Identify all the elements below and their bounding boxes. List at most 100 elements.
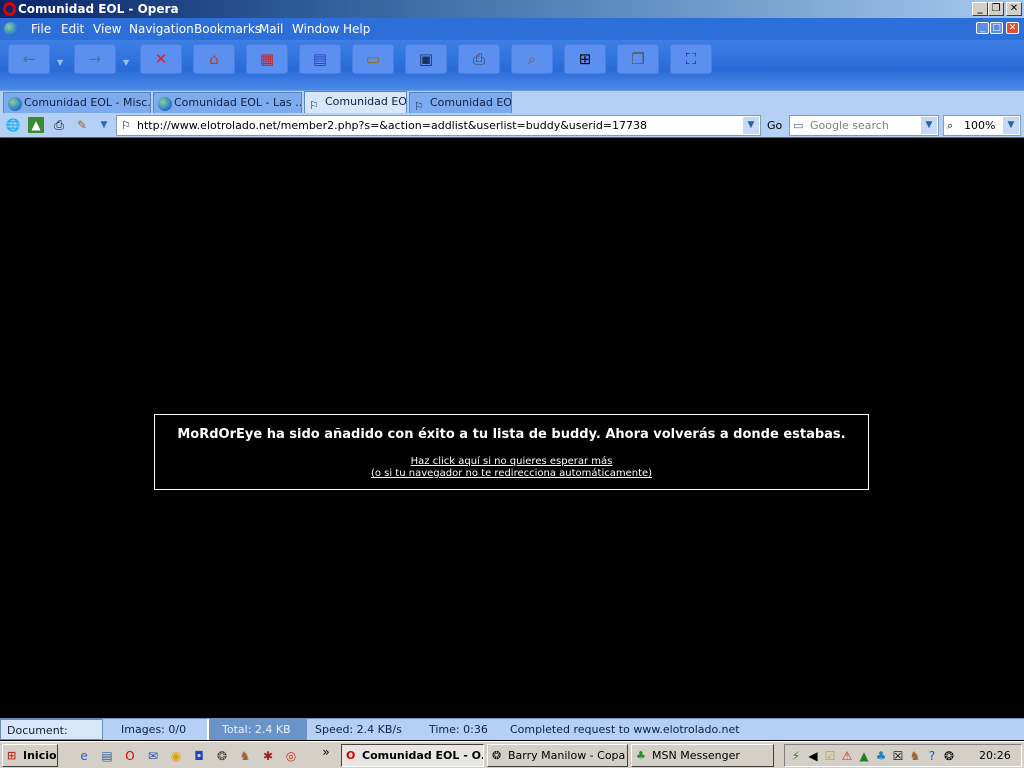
find-button[interactable]: ⌕ xyxy=(511,44,553,74)
taskbar-button-msn[interactable]: ♣ MSN Messenger xyxy=(631,744,774,767)
opera-menu-icon[interactable] xyxy=(4,22,18,36)
main-toolbar: ← ▼ → ▼ ✕ ⌂ ▦ ▤ ▭ ▣ ⎙ ⌕ ⊞ ❐ ⛶ xyxy=(0,40,1024,90)
menu-mail[interactable]: Mail xyxy=(259,18,283,40)
tray-app-icon[interactable]: ⚠ xyxy=(839,748,855,764)
help-icon[interactable]: ? xyxy=(924,748,940,764)
stop-button[interactable]: ✕ xyxy=(140,44,182,74)
close-button[interactable]: ✕ xyxy=(1006,2,1022,16)
home-icon: ⌂ xyxy=(209,50,219,68)
forward-icon: → xyxy=(88,50,102,68)
tab-label: Comunidad EOL - Misc… xyxy=(24,96,151,109)
msn-tray-icon[interactable]: ♣ xyxy=(873,748,889,764)
print-icon[interactable]: ⎙ xyxy=(51,117,67,133)
mdi-close-button[interactable]: ✕ xyxy=(1006,22,1019,34)
save-button[interactable]: ▣ xyxy=(405,44,447,74)
skip-wait-link[interactable]: Haz click aquí si no quieres esperar más xyxy=(155,456,868,468)
taskbar-button-label: MSN Messenger xyxy=(652,749,740,762)
ie-icon[interactable]: e xyxy=(76,748,92,764)
tab-comunidad-eol-active[interactable]: ⚐ Comunidad EOL xyxy=(304,91,407,114)
globe-icon xyxy=(158,97,172,111)
redirect-message-box: MoRdOrEye ha sido añadido con éxito a tu… xyxy=(154,414,869,490)
taskbar-button-label: Comunidad EOL - O... xyxy=(362,749,484,762)
mdi-minimize-button[interactable]: _ xyxy=(976,22,989,34)
find-icon: ⌕ xyxy=(527,50,537,68)
messenger-icon[interactable]: ✉ xyxy=(145,748,161,764)
url-dropdown-icon[interactable]: ▼ xyxy=(743,117,759,134)
menu-file[interactable]: File xyxy=(31,18,51,40)
tab-comunidad-eol-misc[interactable]: Comunidad EOL - Misc… xyxy=(3,92,151,114)
search-placeholder: Google search xyxy=(810,119,889,132)
url-input[interactable]: ⚐ http://www.elotrolado.net/member2.php?… xyxy=(116,115,761,136)
emule-icon[interactable]: ♞ xyxy=(237,748,253,764)
menu-view[interactable]: View xyxy=(93,18,121,40)
edit-icon[interactable]: ✎ xyxy=(74,117,90,133)
taskbar-button-winamp[interactable]: ❂ Barry Manilow - Copa ... xyxy=(487,744,628,767)
hotlist-button[interactable]: ▦ xyxy=(246,44,288,74)
url-text: http://www.elotrolado.net/member2.php?s=… xyxy=(137,119,648,132)
minimize-button[interactable]: _ xyxy=(972,2,988,16)
fullscreen-button[interactable]: ⛶ xyxy=(670,44,712,74)
search-dropdown-icon[interactable]: ▼ xyxy=(921,117,937,134)
winamp-icon[interactable]: ❂ xyxy=(214,748,230,764)
status-time: Time: 0:36 xyxy=(429,723,488,736)
notepad-icon[interactable]: ▤ xyxy=(99,748,115,764)
tray-app-icon[interactable]: ☒ xyxy=(890,748,906,764)
bug-icon[interactable]: ✱ xyxy=(260,748,276,764)
home-button[interactable]: ⌂ xyxy=(193,44,235,74)
page-icon: ⚐ xyxy=(121,119,131,132)
tile-button[interactable]: ⊞ xyxy=(564,44,606,74)
menu-help[interactable]: Help xyxy=(343,18,370,40)
menu-navigation[interactable]: Navigation xyxy=(129,18,194,40)
taskbar-button-label: Barry Manilow - Copa ... xyxy=(508,749,628,762)
start-button[interactable]: ⊞ Inicio xyxy=(2,744,58,767)
page-icon: ⚐ xyxy=(309,99,319,112)
quicklaunch-chevron[interactable]: » xyxy=(318,744,334,760)
page-icon: ⚐ xyxy=(414,100,424,113)
forward-button[interactable]: → xyxy=(74,44,116,74)
tray-app-icon[interactable]: ▲ xyxy=(856,748,872,764)
forward-history-dropdown[interactable]: ▼ xyxy=(123,58,129,67)
media-player-icon[interactable]: ◉ xyxy=(168,748,184,764)
system-tray: ⚡ ◀ ☑ ⚠ ▲ ♣ ☒ ♞ ? ❂ 20:26 xyxy=(784,744,1022,767)
menu-bookmarks[interactable]: Bookmarks xyxy=(194,18,261,40)
record-icon[interactable]: ◎ xyxy=(283,748,299,764)
no-redirect-link[interactable]: (o si tu navegador no te redirecciona au… xyxy=(155,468,868,480)
dropdown-icon[interactable]: ▼ xyxy=(96,117,112,133)
tab-comunidad-eol[interactable]: ⚐ Comunidad EOL xyxy=(409,92,512,114)
network-icon[interactable]: ⚡ xyxy=(788,748,804,764)
opera-icon: O xyxy=(346,749,356,762)
tray-app-icon[interactable]: ☑ xyxy=(822,748,838,764)
zoom-value: 100% xyxy=(964,119,996,132)
volume-icon[interactable]: ◀ xyxy=(805,748,821,764)
menu-edit[interactable]: Edit xyxy=(61,18,84,40)
back-icon: ← xyxy=(22,50,36,68)
cascade-button[interactable]: ❐ xyxy=(617,44,659,74)
back-history-dropdown[interactable]: ▼ xyxy=(57,58,63,67)
opera-icon[interactable]: O xyxy=(122,748,138,764)
open-button[interactable]: ▭ xyxy=(352,44,394,74)
restore-button[interactable]: ❐ xyxy=(988,2,1004,16)
hotlist-icon: ▦ xyxy=(259,50,275,68)
tab-comunidad-eol-las[interactable]: Comunidad EOL - Las … xyxy=(153,92,302,114)
tile-icon: ⊞ xyxy=(578,50,592,68)
mdi-maximize-button[interactable]: □ xyxy=(990,22,1003,34)
menu-window[interactable]: Window xyxy=(292,18,339,40)
taskbar-button-opera[interactable]: O Comunidad EOL - O... xyxy=(341,744,484,767)
print-button[interactable]: ⎙ xyxy=(458,44,500,74)
tab-label: Comunidad EOL xyxy=(430,96,512,109)
search-input[interactable]: ▭ Google search ▼ xyxy=(789,115,939,136)
stop-icon: ✕ xyxy=(154,50,168,68)
winamp-tray-icon[interactable]: ❂ xyxy=(941,748,957,764)
back-button[interactable]: ← xyxy=(8,44,50,74)
security-icon[interactable]: 🌐 xyxy=(5,117,21,133)
remote-icon[interactable]: ◘ xyxy=(191,748,207,764)
new-page-button[interactable]: ▤ xyxy=(299,44,341,74)
fullscreen-icon: ⛶ xyxy=(685,50,697,68)
new-page-icon: ▤ xyxy=(312,50,328,68)
zoom-dropdown-icon[interactable]: ▼ xyxy=(1003,117,1019,134)
zoom-select[interactable]: ⌕ 100% ▼ xyxy=(943,115,1021,136)
go-button[interactable]: Go xyxy=(767,113,782,138)
cascade-icon: ❐ xyxy=(631,50,645,68)
image-icon[interactable]: ▲ xyxy=(28,117,44,133)
emule-tray-icon[interactable]: ♞ xyxy=(907,748,923,764)
